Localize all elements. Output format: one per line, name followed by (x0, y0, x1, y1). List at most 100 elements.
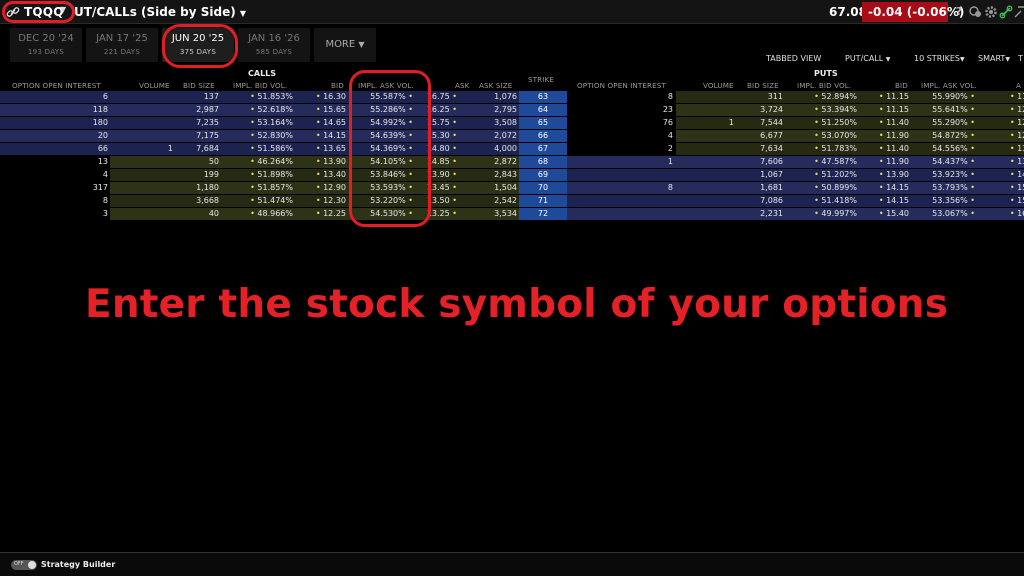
cell-c-bid[interactable]: • 15.65 (316, 104, 346, 116)
expand-icon[interactable] (1013, 5, 1024, 19)
calls-header-ask[interactable]: ASK (455, 81, 470, 90)
cell-p-bid[interactable]: • 11.90 (879, 156, 909, 168)
cell-p-bidsize[interactable]: 7,606 (760, 156, 783, 168)
cell-c-asksize[interactable]: 3,534 (494, 208, 517, 220)
link-chain-icon[interactable] (999, 5, 1013, 19)
cell-c-ask[interactable]: 13.45 • (427, 182, 457, 194)
strike-header[interactable]: STRIKE (528, 75, 554, 84)
puts-header-bid-size[interactable]: BID SIZE (747, 81, 779, 90)
cell-p-iav[interactable]: 54.437% • (932, 156, 975, 168)
cell-c-ibv[interactable]: • 53.164% (250, 117, 293, 129)
cell-p-ibv[interactable]: • 49.997% (814, 208, 857, 220)
cell-p-bidsize[interactable]: 311 (768, 91, 783, 103)
cell-c-asksize[interactable]: 3,508 (494, 117, 517, 129)
strategy-builder-label[interactable]: Strategy Builder (41, 560, 115, 569)
cell-c-ibv[interactable]: • 51.857% (250, 182, 293, 194)
calls-header-volume[interactable]: VOLUME (139, 81, 170, 90)
cell-c-ibv[interactable]: • 51.898% (250, 169, 293, 181)
cell-p-iav[interactable]: 53.356% • (932, 195, 975, 207)
calls-header-impl-bid-vol[interactable]: IMPL. BID VOL. (233, 81, 287, 90)
cell-p-bid[interactable]: • 11.15 (879, 104, 909, 116)
cell-p-ask[interactable]: • 11.55 (1010, 91, 1024, 103)
expiry-tab-jan-17-25[interactable]: JAN 17 '25 221 DAYS (86, 28, 158, 62)
cell-p-iav[interactable]: 55.290% • (932, 117, 975, 129)
cell-p-ibv[interactable]: • 51.250% (814, 117, 857, 129)
cell-c-vol[interactable]: 1 (168, 143, 173, 155)
cell-p-ask[interactable]: • 13.40 (1010, 143, 1024, 155)
puts-header-bid[interactable]: BID (895, 81, 908, 90)
cell-c-bid[interactable]: • 13.90 (316, 156, 346, 168)
cell-c-oi[interactable]: 8 (103, 195, 108, 207)
cell-p-iav[interactable]: 55.641% • (932, 104, 975, 116)
expiry-tab-dec-20-24[interactable]: DEC 20 '24 193 DAYS (10, 28, 82, 62)
toolbar-t-button[interactable]: T (1018, 54, 1023, 63)
put-call-dropdown[interactable]: PUT/CALL ▼ (845, 54, 890, 63)
cell-c-bid[interactable]: • 12.30 (316, 195, 346, 207)
cell-c-bidsize[interactable]: 1,180 (196, 182, 219, 194)
cell-c-oi[interactable]: 13 (98, 156, 108, 168)
cell-p-ibv[interactable]: • 51.202% (814, 169, 857, 181)
cell-p-iav[interactable]: 53.923% • (932, 169, 975, 181)
cell-p-ask[interactable]: • 15.50 (1010, 195, 1024, 207)
cell-c-asksize[interactable]: 2,843 (494, 169, 517, 181)
cell-c-oi[interactable]: 6 (103, 91, 108, 103)
cell-c-ibv[interactable]: • 51.474% (250, 195, 293, 207)
cell-c-asksize[interactable]: 2,872 (494, 156, 517, 168)
cell-c-bid[interactable]: • 14.65 (316, 117, 346, 129)
cell-c-ask[interactable]: 16.25 • (427, 104, 457, 116)
cell-c-ask[interactable]: 14.85 • (427, 156, 457, 168)
cell-p-iav[interactable]: 54.556% • (932, 143, 975, 155)
cell-c-ibv[interactable]: • 52.830% (250, 130, 293, 142)
cell-p-ask[interactable]: • 15.00 (1010, 182, 1024, 194)
cell-p-bidsize[interactable]: 1,681 (760, 182, 783, 194)
cell-p-bid[interactable]: • 11.90 (879, 130, 909, 142)
cell-p-bidsize[interactable]: 1,067 (760, 169, 783, 181)
cell-c-ask[interactable]: 13.50 • (427, 195, 457, 207)
cell-c-oi[interactable]: 4 (103, 169, 108, 181)
cell-c-bidsize[interactable]: 3,668 (196, 195, 219, 207)
cell-p-bid[interactable]: • 11.40 (879, 117, 909, 129)
gear-icon[interactable] (984, 5, 998, 19)
chain-row[interactable]: 71 8 3,668 • 51.474% • 12.30 53.220% • 13.50 •… (0, 195, 1024, 207)
cell-p-bidsize[interactable]: 6,677 (760, 130, 783, 142)
cell-p-bidsize[interactable]: 7,544 (760, 117, 783, 129)
cell-c-bidsize[interactable]: 2,987 (196, 104, 219, 116)
cell-c-asksize[interactable]: 1,076 (494, 91, 517, 103)
chain-row[interactable]: 67 66 1 7,684 • 51.586% • 13.65 54.369% • 14.80… (0, 143, 1024, 155)
cell-p-ibv[interactable]: • 53.394% (814, 104, 857, 116)
cell-p-bid[interactable]: • 14.15 (879, 182, 909, 194)
calls-header-open-interest[interactable]: OPTION OPEN INTEREST (12, 81, 101, 90)
cell-c-ibv[interactable]: • 52.618% (250, 104, 293, 116)
cell-c-bidsize[interactable]: 137 (204, 91, 219, 103)
cell-p-ibv[interactable]: • 51.418% (814, 195, 857, 207)
cell-c-bidsize[interactable]: 40 (209, 208, 219, 220)
cell-p-oi[interactable]: 2 (668, 143, 673, 155)
cell-c-ibv[interactable]: • 51.586% (250, 143, 293, 155)
cell-c-ask[interactable]: 14.80 • (427, 143, 457, 155)
cell-p-bid[interactable]: • 11.15 (879, 91, 909, 103)
cell-p-bid[interactable]: • 14.15 (879, 195, 909, 207)
cell-p-ask[interactable]: • 16.10 (1010, 208, 1024, 220)
cell-p-bid[interactable]: • 11.40 (879, 143, 909, 155)
cell-p-oi[interactable]: 4 (668, 130, 673, 142)
cell-p-iav[interactable]: 54.872% • (932, 130, 975, 142)
cell-c-bidsize[interactable]: 50 (209, 156, 219, 168)
calls-header-bid[interactable]: BID (331, 81, 344, 90)
cell-p-bid[interactable]: • 15.40 (879, 208, 909, 220)
chain-row[interactable]: 69 4 199 • 51.898% • 13.40 53.846% • 13.90 • 2,… (0, 169, 1024, 181)
cell-c-ibv[interactable]: • 51.853% (250, 91, 293, 103)
chain-row[interactable]: 64 118 2,987 • 52.618% • 15.65 55.286% • 16.25… (0, 104, 1024, 116)
cell-c-oi[interactable]: 118 (93, 104, 108, 116)
cell-p-ibv[interactable]: • 51.783% (814, 143, 857, 155)
chain-row[interactable]: 63 6 137 • 51.853% • 16.30 55.587% • 16.75 • 1,… (0, 91, 1024, 103)
cell-p-bidsize[interactable]: 2,231 (760, 208, 783, 220)
chain-row[interactable]: 68 13 50 • 46.264% • 13.90 54.105% • 14.85 • 2,… (0, 156, 1024, 168)
expiry-tab-jan-16-26[interactable]: JAN 16 '26 585 DAYS (238, 28, 310, 62)
more-expiries-button[interactable]: MORE ▼ (314, 28, 376, 62)
cell-c-ask[interactable]: 13.90 • (427, 169, 457, 181)
cell-p-ibv[interactable]: • 52.894% (814, 91, 857, 103)
cell-c-ask[interactable]: 15.75 • (427, 117, 457, 129)
cell-p-bidsize[interactable]: 7,086 (760, 195, 783, 207)
cell-p-iav[interactable]: 55.990% • (932, 91, 975, 103)
chat-icon[interactable] (968, 5, 982, 19)
